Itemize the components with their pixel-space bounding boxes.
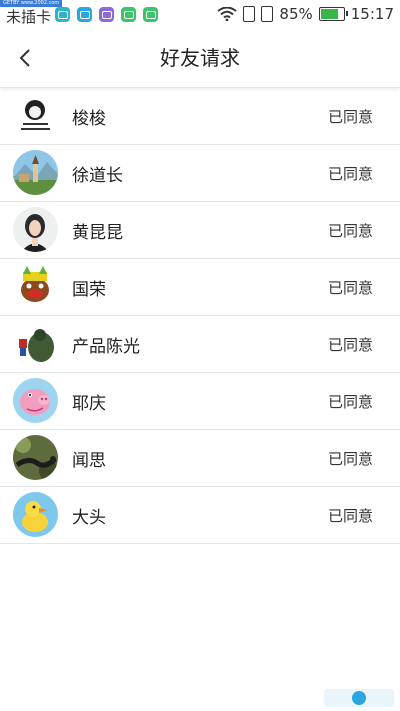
status-right: 85% 15:17: [217, 5, 394, 23]
wifi-icon: [217, 7, 238, 21]
friend-name: 黄昆昆: [72, 222, 123, 243]
app-notification-icon: [55, 7, 70, 22]
list-item[interactable]: 国荣 已同意: [0, 259, 400, 316]
friend-name: 闻思: [72, 450, 106, 471]
list-item[interactable]: 耶庆 已同意: [0, 373, 400, 430]
request-status: 已同意: [327, 449, 373, 468]
friend-name: 产品陈光: [72, 336, 140, 357]
request-status: 已同意: [327, 335, 373, 354]
request-status: 已同意: [327, 164, 373, 183]
page-title: 好友请求: [160, 46, 240, 70]
friend-name: 梭梭: [72, 108, 106, 129]
request-status: 已同意: [327, 278, 373, 297]
list-item[interactable]: 产品陈光 已同意: [0, 316, 400, 373]
list-item[interactable]: 徐道长 已同意: [0, 145, 400, 202]
chat-notification-icon: [143, 7, 158, 22]
avatar: [13, 435, 58, 480]
list-item[interactable]: 黄昆昆 已同意: [0, 202, 400, 259]
watermark-logo: [324, 689, 394, 707]
shield-notification-icon: [121, 7, 136, 22]
gallery-notification-icon: [99, 7, 114, 22]
friend-name: 国荣: [72, 279, 106, 300]
message-notification-icon: [77, 7, 92, 22]
battery-icon: [318, 7, 348, 21]
sim-icon: [243, 6, 256, 22]
carrier-label: 未插卡: [6, 8, 52, 26]
battery-percent: 85%: [279, 5, 313, 23]
avatar: [13, 321, 58, 366]
friend-request-list: 梭梭 已同意 徐道长 已同意 黄昆昆 已同意 国荣 已同意 产品陈光 已同意 耶…: [0, 88, 400, 544]
request-status: 已同意: [327, 107, 373, 126]
avatar: [13, 492, 58, 537]
friend-name: 徐道长: [72, 165, 123, 186]
avatar: [13, 378, 58, 423]
friend-name: 耶庆: [72, 393, 106, 414]
avatar: [13, 264, 58, 309]
friend-name: 大头: [72, 507, 106, 528]
app-header: 好友请求: [0, 30, 400, 88]
status-bar: GETBY www.2002.com 未插卡 85% 15:17: [0, 0, 400, 30]
list-item[interactable]: 大头 已同意: [0, 487, 400, 544]
avatar: [13, 93, 58, 138]
list-item[interactable]: 闻思 已同意: [0, 430, 400, 487]
avatar: [13, 207, 58, 252]
request-status: 已同意: [327, 221, 373, 240]
request-status: 已同意: [327, 392, 373, 411]
request-status: 已同意: [327, 506, 373, 525]
clock: 15:17: [350, 5, 394, 23]
list-item[interactable]: 梭梭 已同意: [0, 88, 400, 145]
sim-icon: [261, 6, 274, 22]
avatar: [13, 150, 58, 195]
notification-icons: [55, 7, 158, 22]
